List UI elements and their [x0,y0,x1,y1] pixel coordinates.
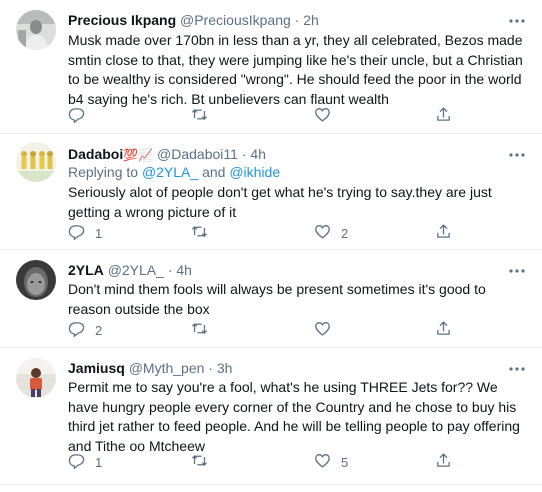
tweet[interactable]: Dadaboi💯📈 @Dadaboi11 · 4h Replying to @2… [0,134,542,249]
share-icon [435,106,452,126]
retweet-icon [191,452,208,472]
share-button[interactable] [435,224,452,242]
user-handle[interactable]: @2YLA_ [108,262,164,278]
separator-dot: · [294,12,300,28]
like-button[interactable] [314,107,341,125]
retweet-button[interactable] [191,224,218,242]
display-name[interactable]: Precious Ikpang [68,12,176,28]
tweet-actions: 1 5 [68,453,498,471]
share-button[interactable] [435,107,452,125]
replying-and: and [202,164,226,180]
like-button[interactable]: 2 [314,224,348,242]
reply-count: 1 [95,454,103,470]
like-button[interactable] [314,321,341,339]
tweet-actions [68,107,498,125]
retweet-button[interactable] [191,453,218,471]
replying-label: Replying to [68,164,139,180]
mention-link[interactable]: @2YLA_ [142,164,198,180]
more-icon[interactable] [508,146,526,164]
reply-icon [68,452,85,472]
user-handle[interactable]: @Dadaboi11 [157,146,238,162]
tweet-actions: 1 2 [68,224,498,242]
tweet[interactable]: 2YLA @2YLA_ · 4h Don't mind them fools w… [0,250,542,347]
user-handle[interactable]: @Myth_pen [129,360,205,376]
tweet-text: Don't mind them fools will always be pre… [68,281,486,317]
separator-dot: · [167,262,173,278]
avatar[interactable] [16,358,56,398]
retweet-icon [191,320,208,340]
share-button[interactable] [435,453,452,471]
reply-button[interactable]: 2 [68,321,102,339]
more-icon[interactable] [508,360,526,378]
share-icon [435,320,452,340]
like-icon [314,452,331,472]
share-icon [435,452,452,472]
more-icon[interactable] [508,262,526,280]
avatar[interactable] [165,486,187,492]
reply-button[interactable]: 1 [68,224,102,242]
separator-dot: · [208,360,213,376]
tweet-header: Precious Ikpang @PreciousIkpang · 2h [68,10,319,30]
timestamp[interactable]: 4h [250,146,266,162]
reply-icon [68,106,85,126]
tweet[interactable]: Jamiusq @Myth_pen · 3h Permit me to say … [0,348,542,483]
like-button[interactable]: 5 [314,453,348,471]
share-button[interactable] [435,321,452,339]
name-emoji: 💯📈 [123,148,154,162]
retweet-icon [191,106,208,126]
reply-count: 1 [95,225,103,241]
reply-button[interactable] [68,107,95,125]
like-count: 2 [341,225,349,241]
reply-count: 2 [95,322,103,338]
tweet-header: 2YLA @2YLA_ · 4h [68,260,192,280]
display-name[interactable]: 2YLA [68,262,104,278]
retweet-button[interactable] [191,321,218,339]
mention-link[interactable]: @ikhide [229,164,280,180]
timestamp[interactable]: 2h [303,12,319,28]
retweet-button[interactable] [191,107,218,125]
avatar[interactable] [16,142,56,182]
user-handle[interactable]: @PreciousIkpang [180,12,291,28]
retweet-icon [191,223,208,243]
timestamp[interactable]: 3h [217,360,233,376]
reply-icon [68,223,85,243]
tweet-text: Permit me to say you're a fool, what's h… [68,379,520,454]
like-count: 5 [341,454,349,470]
tweet-text: Seriously alot of people don't get what … [68,184,492,220]
separator-dot: · [241,146,247,162]
like-icon [314,320,331,340]
share-icon [435,223,452,243]
tweet-header: Dadaboi💯📈 @Dadaboi11 · 4h [68,144,266,164]
display-name[interactable]: Dadaboi [68,146,123,162]
tweet[interactable]: Precious Ikpang @PreciousIkpang · 2h Mus… [0,0,542,133]
replying-to: Replying to @2YLA_ and @ikhide [68,163,280,182]
reply-icon [68,320,85,340]
tweet-actions: 2 [68,321,498,339]
divider [0,484,542,485]
like-icon [314,106,331,126]
display-name[interactable]: Jamiusq [68,360,125,376]
reply-button[interactable]: 1 [68,453,102,471]
tweet-header: Jamiusq @Myth_pen · 3h [68,358,232,378]
more-icon[interactable] [508,12,526,30]
avatar[interactable] [16,260,56,300]
avatar[interactable] [16,10,56,50]
tweet-text: Musk made over 170bn in less than a yr, … [68,32,523,107]
timestamp[interactable]: 4h [176,262,192,278]
like-icon [314,223,331,243]
